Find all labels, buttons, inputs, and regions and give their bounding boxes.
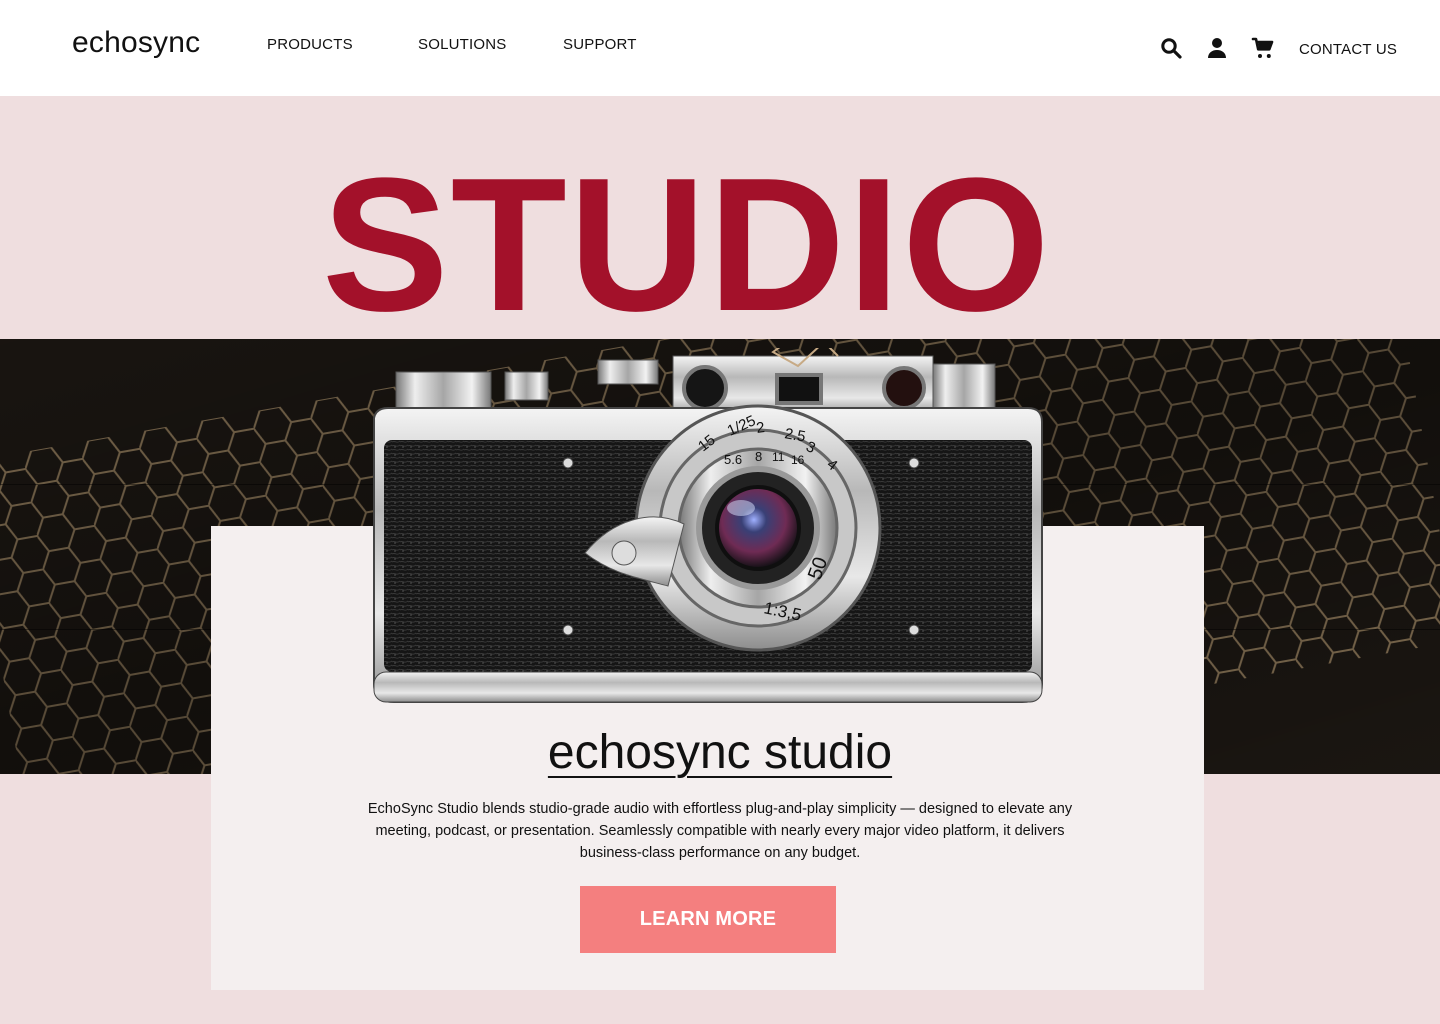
product-name-link-text: echosync studio (547, 726, 893, 779)
nav-products[interactable]: PRODUCTS (267, 36, 353, 53)
aperture-mark: 8 (755, 449, 762, 464)
nav-solutions[interactable]: SOLUTIONS (418, 36, 506, 53)
product-name: echosync studio (0, 724, 1440, 782)
aperture-mark: 16 (791, 453, 805, 467)
nav-support[interactable]: SUPPORT (563, 36, 637, 53)
aperture-mark: 11 (772, 450, 785, 464)
user-icon[interactable] (1205, 36, 1229, 60)
hero-title: STUDIO (322, 139, 1052, 351)
aperture-mark: 2.5 (783, 425, 806, 445)
logo[interactable]: echosync (72, 26, 200, 60)
aperture-mark: 5.6 (724, 452, 742, 467)
search-icon[interactable] (1159, 36, 1183, 60)
contact-us-link[interactable]: CONTACT US (1299, 41, 1397, 58)
learn-more-button[interactable]: LEARN MORE (580, 886, 836, 953)
cart-icon[interactable] (1251, 36, 1275, 60)
product-description: EchoSync Studio blends studio-grade audi… (367, 801, 1073, 861)
camera-image: 15 1/25 2 2.5 3 4 5.6 8 11 16 1:3,5 50 (373, 348, 1043, 703)
site-header: echosync PRODUCTS SOLUTIONS SUPPORT CONT… (0, 0, 1440, 96)
